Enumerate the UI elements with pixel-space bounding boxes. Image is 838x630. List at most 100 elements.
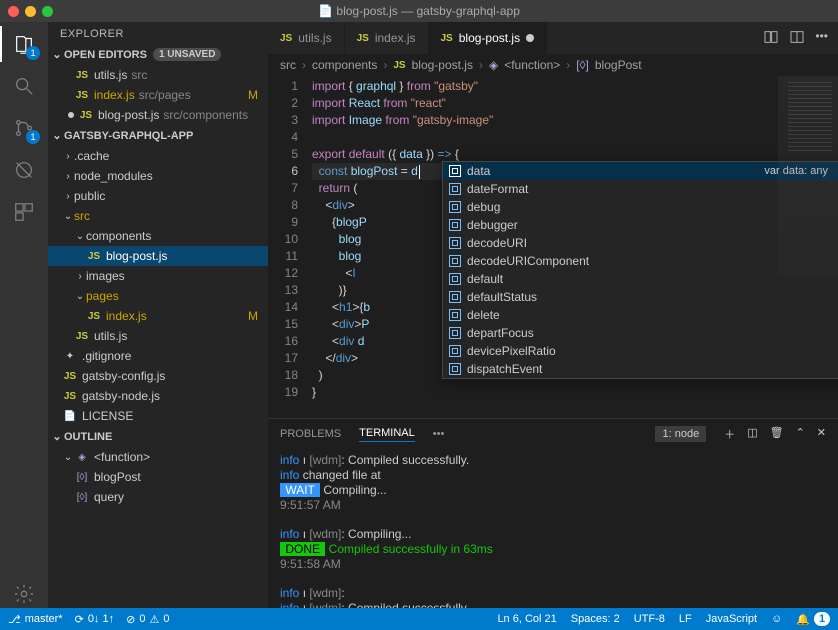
js-file-icon: JS bbox=[62, 391, 78, 402]
eol-status[interactable]: LF bbox=[679, 613, 692, 625]
outline-item[interactable]: ⌄◈<function> bbox=[48, 447, 268, 467]
unsaved-badge: 1 UNSAVED bbox=[153, 48, 222, 61]
folder-item[interactable]: ⌄pages bbox=[48, 286, 268, 306]
terminal-output[interactable]: info ı [wdm]: Compiled successfully. inf… bbox=[268, 449, 838, 608]
bottom-panel: PROBLEMS TERMINAL ••• 1: node ＋ ◫ 🗑 ⌃ ✕ … bbox=[268, 418, 838, 608]
compare-icon[interactable] bbox=[763, 29, 779, 48]
modified-indicator: M bbox=[248, 309, 258, 323]
autocomplete-item[interactable]: delete bbox=[443, 306, 838, 324]
js-file-icon: JS bbox=[74, 331, 90, 342]
scm-badge: 1 bbox=[26, 130, 40, 144]
warning-icon: ⚠ bbox=[149, 613, 159, 626]
autocomplete-item[interactable]: devicePixelRatio bbox=[443, 342, 838, 360]
panel-tab-problems[interactable]: PROBLEMS bbox=[280, 428, 341, 440]
window-controls[interactable] bbox=[8, 6, 53, 17]
minimap[interactable] bbox=[778, 76, 838, 276]
autocomplete-item[interactable]: defaultStatus bbox=[443, 288, 838, 306]
folder-item[interactable]: ›images bbox=[48, 266, 268, 286]
autocomplete-item[interactable]: dispatchEvent bbox=[443, 360, 838, 378]
file-tree: ›.cache ›node_modules ›public ⌄src ⌄comp… bbox=[48, 144, 268, 428]
folder-item[interactable]: ›.cache bbox=[48, 146, 268, 166]
outline-item[interactable]: [◊]query bbox=[48, 487, 268, 507]
git-sync-status[interactable]: ⟳0↓ 1↑ bbox=[75, 613, 115, 626]
notifications-status[interactable]: 🔔1 bbox=[796, 612, 830, 626]
zoom-window-icon[interactable] bbox=[42, 6, 53, 17]
breadcrumb-item[interactable]: src bbox=[280, 58, 296, 72]
settings-gear-icon[interactable] bbox=[10, 580, 38, 608]
file-item[interactable]: JSutils.js bbox=[48, 326, 268, 346]
file-item[interactable]: ✦.gitignore bbox=[48, 346, 268, 366]
folder-item[interactable]: ›node_modules bbox=[48, 166, 268, 186]
explorer-badge: 1 bbox=[26, 46, 40, 60]
file-item-blog-post[interactable]: JSblog-post.js bbox=[48, 246, 268, 266]
file-item[interactable]: JSgatsby-config.js bbox=[48, 366, 268, 386]
breadcrumbs[interactable]: src› components› JSblog-post.js› ◈<funct… bbox=[268, 54, 838, 76]
file-item[interactable]: JSindex.jsM bbox=[48, 306, 268, 326]
symbol-icon bbox=[449, 291, 461, 303]
editor-actions: ••• bbox=[753, 29, 838, 48]
tab-blog-post[interactable]: JSblog-post.js bbox=[429, 22, 548, 54]
breadcrumb-item[interactable]: blog-post.js bbox=[412, 58, 473, 72]
feedback-icon[interactable]: ☺ bbox=[771, 613, 782, 625]
js-file-icon: JS bbox=[78, 110, 94, 121]
line-numbers: 12345678910111213141516171819 bbox=[268, 76, 312, 418]
variable-icon: [◊] bbox=[74, 492, 90, 503]
open-editor-item[interactable]: JS blog-post.js src/components bbox=[48, 105, 268, 125]
cursor-position-status[interactable]: Ln 6, Col 21 bbox=[497, 613, 556, 625]
source-control-icon[interactable]: 1 bbox=[10, 114, 38, 142]
tab-utils[interactable]: JSutils.js bbox=[268, 22, 345, 54]
terminal-select[interactable]: 1: node bbox=[655, 426, 706, 442]
more-icon[interactable]: ••• bbox=[815, 29, 828, 48]
symbol-icon bbox=[449, 237, 461, 249]
split-editor-icon[interactable] bbox=[789, 29, 805, 48]
explorer-icon[interactable]: 1 bbox=[10, 30, 38, 58]
new-terminal-icon[interactable]: ＋ bbox=[724, 426, 735, 442]
minimize-window-icon[interactable] bbox=[25, 6, 36, 17]
breadcrumb-item[interactable]: blogPost bbox=[595, 58, 642, 72]
maximize-panel-icon[interactable]: ⌃ bbox=[796, 426, 805, 442]
extensions-icon[interactable] bbox=[10, 198, 38, 226]
folder-item[interactable]: ⌄components bbox=[48, 226, 268, 246]
file-icon: 📄 bbox=[62, 411, 78, 422]
outline-item[interactable]: [◊]blogPost bbox=[48, 467, 268, 487]
trash-icon[interactable]: 🗑 bbox=[770, 426, 784, 442]
explorer-sidebar: EXPLORER ⌄ OPEN EDITORS 1 UNSAVED JS uti… bbox=[48, 22, 268, 608]
js-file-icon: JS bbox=[74, 90, 90, 101]
file-item[interactable]: 📄LICENSE bbox=[48, 406, 268, 426]
indentation-status[interactable]: Spaces: 2 bbox=[571, 613, 620, 625]
project-label: GATSBY-GRAPHQL-APP bbox=[64, 130, 193, 142]
breadcrumb-item[interactable]: components bbox=[312, 58, 377, 72]
panel-tab-terminal[interactable]: TERMINAL bbox=[359, 427, 415, 442]
open-editor-item[interactable]: JS utils.js src bbox=[48, 65, 268, 85]
split-terminal-icon[interactable]: ◫ bbox=[747, 426, 757, 442]
code-editor[interactable]: 12345678910111213141516171819 import { g… bbox=[268, 76, 838, 418]
tab-index[interactable]: JSindex.js bbox=[345, 22, 429, 54]
close-panel-icon[interactable]: ✕ bbox=[817, 426, 826, 442]
file-item[interactable]: JSgatsby-node.js bbox=[48, 386, 268, 406]
search-icon[interactable] bbox=[10, 72, 38, 100]
encoding-status[interactable]: UTF-8 bbox=[634, 613, 665, 625]
error-icon: ⊘ bbox=[126, 613, 135, 626]
git-branch-status[interactable]: ⎇master* bbox=[8, 613, 63, 626]
autocomplete-item[interactable]: departFocus bbox=[443, 324, 838, 342]
problems-status[interactable]: ⊘0 ⚠0 bbox=[126, 613, 169, 626]
gitignore-icon: ✦ bbox=[62, 351, 78, 362]
folder-item[interactable]: ⌄src bbox=[48, 206, 268, 226]
open-editors-list: JS utils.js src JS index.js src/pages M … bbox=[48, 63, 268, 127]
status-bar: ⎇master* ⟳0↓ 1↑ ⊘0 ⚠0 Ln 6, Col 21 Space… bbox=[0, 608, 838, 630]
outline-label: OUTLINE bbox=[64, 431, 112, 443]
outline-header[interactable]: ⌄ OUTLINE bbox=[48, 428, 268, 445]
folder-item[interactable]: ›public bbox=[48, 186, 268, 206]
debug-icon[interactable] bbox=[10, 156, 38, 184]
code-content[interactable]: import { graphql } from "gatsby" import … bbox=[312, 76, 838, 418]
open-editors-label: OPEN EDITORS bbox=[64, 49, 147, 61]
variable-icon: [◊] bbox=[74, 472, 90, 483]
panel-tab-more[interactable]: ••• bbox=[433, 428, 445, 440]
project-header[interactable]: ⌄ GATSBY-GRAPHQL-APP bbox=[48, 127, 268, 144]
language-status[interactable]: JavaScript bbox=[706, 613, 757, 625]
close-window-icon[interactable] bbox=[8, 6, 19, 17]
open-editors-header[interactable]: ⌄ OPEN EDITORS 1 UNSAVED bbox=[48, 46, 268, 63]
symbol-icon bbox=[449, 273, 461, 285]
open-editor-item[interactable]: JS index.js src/pages M bbox=[48, 85, 268, 105]
breadcrumb-item[interactable]: <function> bbox=[504, 58, 560, 72]
